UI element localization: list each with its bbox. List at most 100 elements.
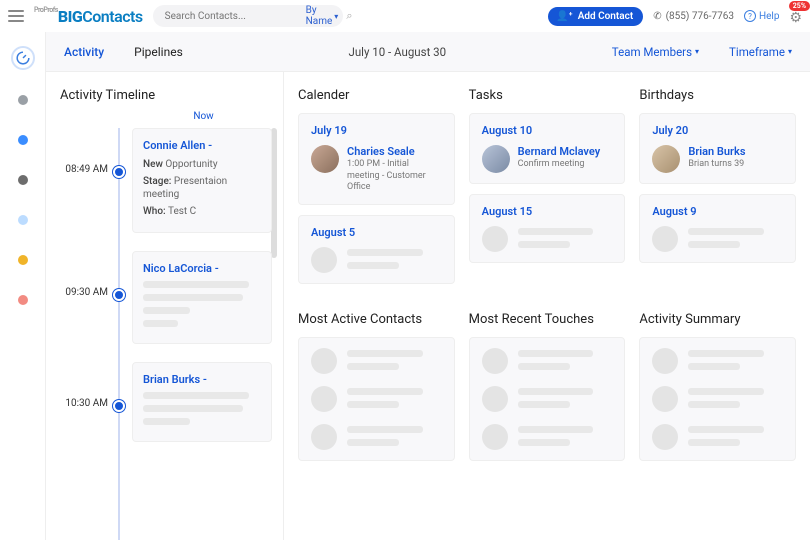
card-date: July 20 [652, 124, 783, 137]
birthday-card[interactable]: July 20 Brian Burks Brian turns 39 [639, 113, 796, 184]
card-date: August 10 [482, 124, 613, 137]
avatar [311, 145, 339, 173]
calendar-card[interactable]: July 19 Charies Seale 1:00 PM - Initial … [298, 113, 455, 205]
task-card[interactable]: August 10 Bernard Mclavey Confirm meetin… [469, 113, 626, 184]
settings-button[interactable]: ⚙ 25% [789, 7, 802, 26]
timeline-entry: 09:30 AM Nico LaCorcia - [60, 251, 277, 344]
column-title: Tasks [469, 88, 626, 103]
team-members-dropdown[interactable]: Team Members ▾ [612, 45, 699, 59]
search-bar[interactable]: By Name ▾ ⌕ [153, 5, 343, 27]
logo-big: BIG [58, 7, 82, 26]
timeframe-dropdown[interactable]: Timeframe ▾ [729, 45, 792, 59]
sidebar-dot-2[interactable] [13, 130, 33, 150]
search-input[interactable] [165, 11, 298, 22]
column-title: Calender [298, 88, 455, 103]
entry-time: 09:30 AM [60, 251, 108, 344]
avatar-placeholder [482, 348, 508, 374]
avatar-placeholder [652, 386, 678, 412]
avatar-placeholder [311, 386, 337, 412]
menu-icon[interactable] [8, 10, 24, 22]
help-icon: ? [744, 10, 756, 22]
avatar-placeholder [652, 424, 678, 450]
search-by-dropdown[interactable]: By Name ▾ [306, 5, 339, 27]
avatar-placeholder [652, 348, 678, 374]
gear-icon: ⚙ [789, 10, 802, 26]
card-date: August 5 [311, 226, 442, 239]
person-name: Brian Burks [688, 145, 745, 158]
timeline-entry: 08:49 AM Connie Allen - New Opportunity … [60, 128, 277, 233]
entry-card[interactable]: Brian Burks - [132, 362, 272, 442]
person-detail: Brian turns 39 [688, 159, 745, 171]
avatar-placeholder [311, 247, 337, 273]
timeline-column: Activity Timeline Now 08:49 AM Connie Al… [46, 72, 284, 540]
birthday-card[interactable]: August 9 [639, 194, 796, 263]
timeline-entry: 10:30 AM Brian Burks - [60, 362, 277, 442]
calendar-card[interactable]: August 5 [298, 215, 455, 284]
phone-number[interactable]: ✆ (855) 776-7763 [653, 11, 734, 22]
tab-pipelines[interactable]: Pipelines [134, 45, 183, 59]
timeline-dot-icon [113, 166, 125, 178]
cards-area: Calender July 19 Charies Seale 1:00 PM -… [284, 72, 810, 540]
avatar-placeholder [482, 226, 508, 252]
entry-time: 08:49 AM [60, 128, 108, 233]
phone-icon: ✆ [653, 11, 661, 22]
entry-name: Connie Allen - [143, 139, 261, 152]
search-icon[interactable]: ⌕ [346, 9, 352, 23]
calendar-column: Calender July 19 Charies Seale 1:00 PM -… [298, 88, 455, 294]
person-detail: Confirm meeting [518, 159, 601, 171]
summary-card[interactable] [639, 337, 796, 461]
summary-card[interactable] [469, 337, 626, 461]
logo-prefix: ProProfs [34, 6, 58, 14]
column-title: Birthdays [639, 88, 796, 103]
sidebar-dashboard[interactable] [11, 46, 35, 70]
active-contacts-column: Most Active Contacts [298, 312, 455, 471]
person-name: Bernard Mclavey [518, 145, 601, 158]
timeline-title: Activity Timeline [60, 88, 277, 103]
activity-summary-column: Activity Summary [639, 312, 796, 471]
avatar [652, 145, 680, 173]
tasks-column: Tasks August 10 Bernard Mclavey Confirm … [469, 88, 626, 294]
avatar-placeholder [311, 348, 337, 374]
avatar-placeholder [652, 226, 678, 252]
tab-activity[interactable]: Activity [64, 45, 104, 59]
entry-name: Nico LaCorcia - [143, 262, 261, 275]
avatar-placeholder [482, 424, 508, 450]
entry-name: Brian Burks - [143, 373, 261, 386]
timeline-now-label: Now [130, 111, 277, 122]
settings-badge: 25% [789, 1, 810, 11]
card-date: August 15 [482, 205, 613, 218]
chevron-down-icon: ▾ [334, 12, 338, 21]
chevron-down-icon: ▾ [695, 47, 699, 56]
column-title: Most Recent Touches [469, 312, 626, 327]
avatar-placeholder [311, 424, 337, 450]
sidebar-dot-6[interactable] [13, 290, 33, 310]
card-date: August 9 [652, 205, 783, 218]
birthdays-column: Birthdays July 20 Brian Burks Brian turn… [639, 88, 796, 294]
avatar [482, 145, 510, 173]
column-title: Activity Summary [639, 312, 796, 327]
entry-card[interactable]: Nico LaCorcia - [132, 251, 272, 344]
column-title: Most Active Contacts [298, 312, 455, 327]
sidebar-dot-5[interactable] [13, 250, 33, 270]
chevron-down-icon: ▾ [788, 47, 792, 56]
person-name: Charies Seale [347, 145, 442, 158]
person-plus-icon: 👤⁺ [556, 11, 572, 22]
help-link[interactable]: ? Help [744, 10, 779, 22]
timeline-dot-icon [113, 400, 125, 412]
subtab-bar: Activity Pipelines July 10 - August 30 T… [46, 32, 810, 72]
sidebar-dot-3[interactable] [13, 170, 33, 190]
sidebar [0, 32, 46, 540]
avatar-placeholder [482, 386, 508, 412]
card-date: July 19 [311, 124, 442, 137]
sidebar-dot-4[interactable] [13, 210, 33, 230]
task-card[interactable]: August 15 [469, 194, 626, 263]
summary-card[interactable] [298, 337, 455, 461]
add-contact-button[interactable]: 👤⁺ Add Contact [548, 7, 643, 26]
person-detail: 1:00 PM - Initial meeting - Customer Off… [347, 159, 442, 194]
timeline-dot-icon [113, 289, 125, 301]
entry-card[interactable]: Connie Allen - New Opportunity Stage: Pr… [132, 128, 272, 233]
date-range-label: July 10 - August 30 [213, 45, 582, 59]
logo[interactable]: ProProfs BIGContacts [34, 7, 143, 26]
logo-rest: Contacts [82, 7, 142, 26]
sidebar-dot-1[interactable] [13, 90, 33, 110]
